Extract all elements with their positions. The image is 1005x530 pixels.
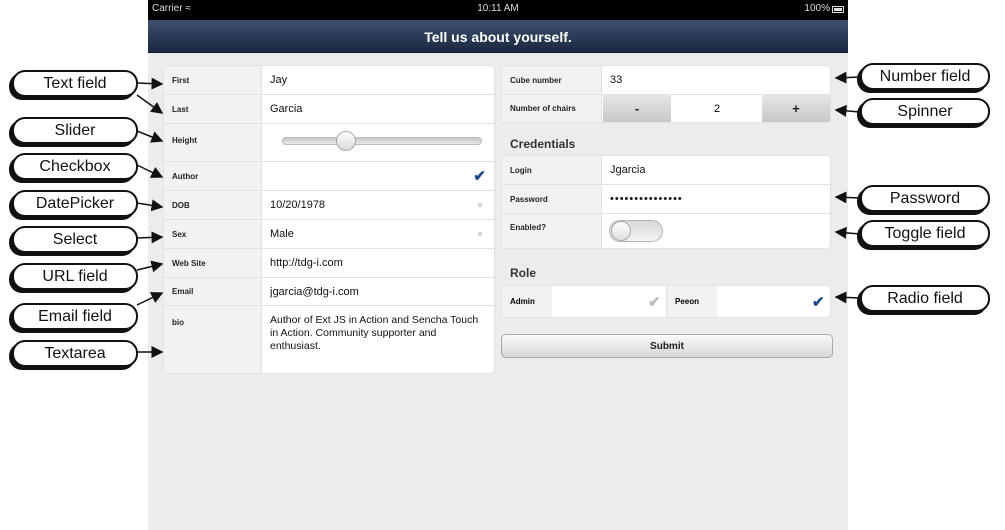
callout-number-field: Number field xyxy=(860,63,990,90)
arrow-datepicker xyxy=(136,199,164,212)
callout-datepicker: DatePicker xyxy=(12,190,138,217)
callout-slider: Slider xyxy=(12,117,138,144)
callout-radio-field: Radio field xyxy=(860,285,990,312)
arrow-email-field xyxy=(136,292,164,306)
callout-arrows xyxy=(136,71,861,358)
arrow-slider xyxy=(136,130,164,143)
arrow-url-field xyxy=(136,260,164,273)
arrow-text-field-2 xyxy=(136,94,164,114)
callout-url-field: URL field xyxy=(12,263,138,290)
arrow-password xyxy=(834,191,861,204)
arrow-spinner xyxy=(834,104,861,117)
arrow-select xyxy=(136,231,164,244)
arrow-text-field xyxy=(136,77,164,90)
callout-password: Password xyxy=(860,185,990,212)
callout-spinner: Spinner xyxy=(860,98,990,125)
callout-select: Select xyxy=(12,226,138,253)
callout-text-field: Text field xyxy=(12,70,138,97)
callout-email-field: Email field xyxy=(12,303,138,330)
arrow-toggle-field xyxy=(834,226,861,239)
arrow-number-field xyxy=(834,71,861,84)
callout-toggle-field: Toggle field xyxy=(860,220,990,247)
callout-textarea: Textarea xyxy=(12,340,138,367)
arrow-checkbox xyxy=(136,164,164,178)
arrow-radio-field xyxy=(834,291,861,304)
callout-checkbox: Checkbox xyxy=(12,153,138,180)
annotated-screenshot: Carrier ≈ 10:11 AM 100% Tell us about yo… xyxy=(0,0,1005,530)
